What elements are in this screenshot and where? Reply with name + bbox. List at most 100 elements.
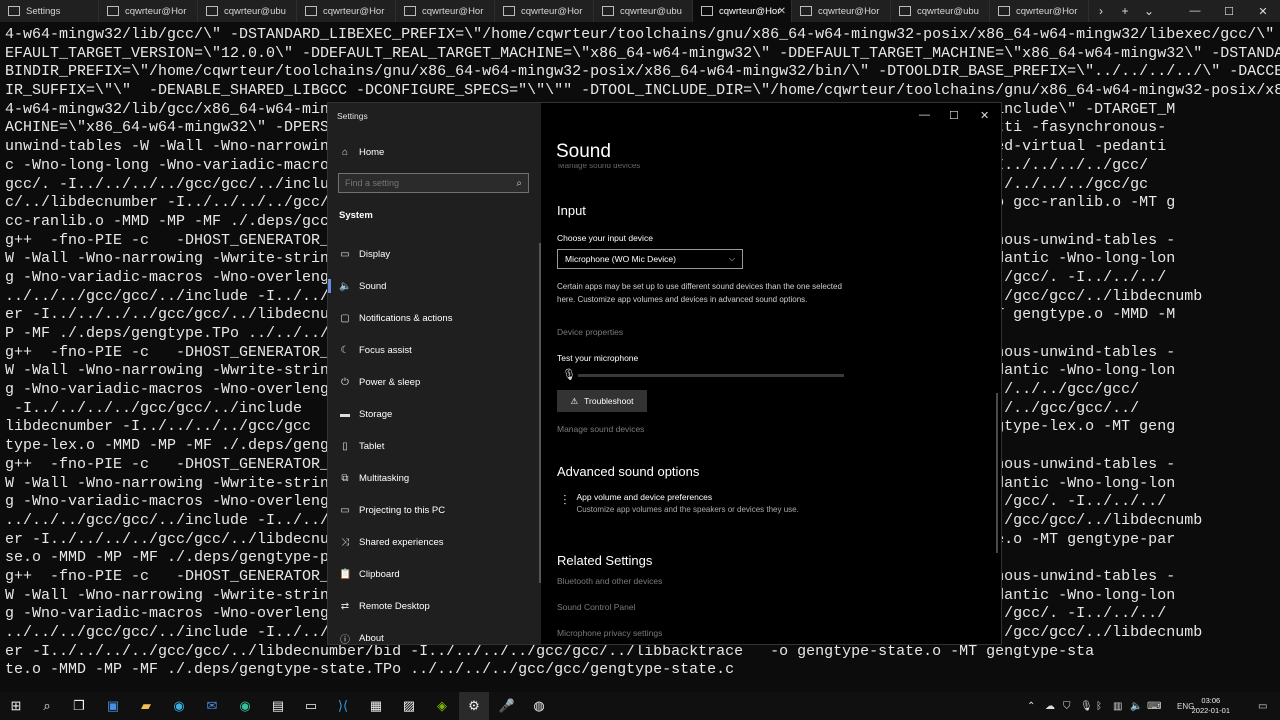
start-button[interactable]: ⊞ bbox=[1, 692, 31, 720]
tray-input-icon[interactable]: ⌨ bbox=[1147, 692, 1161, 720]
tray-microphone-icon[interactable]: 🎙 bbox=[1080, 692, 1093, 720]
power-icon: ⏻ bbox=[341, 376, 349, 388]
tray-volume-icon[interactable]: 🔈 bbox=[1130, 692, 1142, 720]
clock-date: 2022-01-01 bbox=[1191, 706, 1230, 715]
manage-sound-devices-link[interactable]: Manage sound devices bbox=[557, 424, 644, 434]
settings-window: Settings ⌂ Home ⌕ System ▭ Display 🔈 Sound ▢… bbox=[328, 103, 1001, 644]
tab-label: cqwrteur@Hor bbox=[125, 5, 187, 17]
taskbar-app-explorer[interactable]: ▰ bbox=[131, 692, 161, 720]
manage-sound-devices-output-link[interactable]: Manage sound devices bbox=[558, 164, 640, 170]
taskbar-app-chrome[interactable]: ◍ bbox=[524, 692, 554, 720]
bluetooth-link[interactable]: Bluetooth and other devices bbox=[557, 576, 662, 586]
terminal-tab[interactable]: cqwrteur@ubu bbox=[198, 0, 297, 22]
close-icon[interactable]: ✕ bbox=[980, 109, 989, 122]
clipboard-icon: 📋 bbox=[339, 568, 352, 580]
taskbar-app-wo-mic[interactable]: 🎤 bbox=[492, 692, 522, 720]
related-heading: Related Settings bbox=[557, 553, 653, 568]
tray-overflow-icon[interactable]: ⌃ bbox=[1027, 692, 1035, 720]
taskbar-app-terminal[interactable]: ▤ bbox=[263, 692, 293, 720]
input-device-dropdown[interactable]: Microphone (WO Mic Device) ⌵ bbox=[557, 249, 743, 269]
taskbar-app-store[interactable]: ▣ bbox=[98, 692, 128, 720]
search-input[interactable] bbox=[339, 177, 512, 189]
sidebar-item-power-sleep[interactable]: ⏻ Power & sleep bbox=[328, 370, 541, 394]
tab-label: cqwrteur@ubu bbox=[917, 5, 979, 17]
terminal-maximize-icon[interactable]: ☐ bbox=[1212, 0, 1246, 22]
search-icon: ⌕ bbox=[43, 698, 51, 713]
content-scrollbar[interactable] bbox=[996, 393, 998, 553]
sidebar-item-notifications-actions[interactable]: ▢ Notifications & actions bbox=[328, 306, 541, 330]
tab-dropdown-icon[interactable]: ⌄ bbox=[1137, 0, 1161, 22]
sidebar-item-focus-assist[interactable]: ☾ Focus assist bbox=[328, 338, 541, 362]
terminal-tab[interactable]: cqwrteur@ubu bbox=[594, 0, 693, 22]
sound-control-panel-link[interactable]: Sound Control Panel bbox=[557, 602, 635, 612]
notification-center-icon[interactable]: ▭ bbox=[1258, 692, 1267, 720]
terminal-tab[interactable]: cqwrteur@ubu bbox=[891, 0, 990, 22]
app-volume-preferences[interactable]: ⫶ App volume and device preferences Cust… bbox=[563, 492, 799, 514]
taskbar-app-network[interactable]: ▨ bbox=[394, 692, 424, 720]
taskbar-app-settings[interactable]: ⚙ bbox=[459, 692, 489, 720]
maximize-icon[interactable]: ☐ bbox=[949, 109, 959, 122]
troubleshoot-button[interactable]: ⚠ Troubleshoot bbox=[557, 390, 647, 412]
taskbar-app-edge-beta[interactable]: ◉ bbox=[230, 692, 260, 720]
search-taskbar-button[interactable]: ⌕ bbox=[32, 692, 62, 720]
task-view-button[interactable]: ❐ bbox=[64, 692, 94, 720]
terminal-icon bbox=[305, 6, 317, 16]
tray-security-icon[interactable]: ⛉ bbox=[1063, 692, 1071, 720]
windows-icon: ⊞ bbox=[10, 698, 22, 713]
section-label-system: System bbox=[339, 210, 373, 221]
taskbar-app-cmd[interactable]: ▭ bbox=[296, 692, 326, 720]
terminal-tab[interactable]: cqwrteur@Hor bbox=[297, 0, 396, 22]
find-setting-search[interactable]: ⌕ bbox=[338, 173, 529, 193]
sidebar-item-sound[interactable]: 🔈 Sound bbox=[328, 274, 541, 298]
terminal-minimize-icon[interactable]: — bbox=[1178, 0, 1212, 22]
sidebar-item-projecting-to-this-pc[interactable]: ▭ Projecting to this PC bbox=[328, 498, 541, 522]
tray-network-icon[interactable]: ▥ bbox=[1113, 692, 1122, 720]
edge-icon: ◉ bbox=[173, 698, 185, 713]
taskbar-app-vscode[interactable]: ⟩⟨ bbox=[328, 692, 358, 720]
sidebar-item-about[interactable]: ⓘ About bbox=[328, 626, 541, 645]
terminal-close-icon[interactable]: ✕ bbox=[1246, 0, 1280, 22]
device-properties-link[interactable]: Device properties bbox=[557, 327, 623, 337]
minimize-icon[interactable]: — bbox=[919, 109, 930, 121]
tab-close-icon[interactable]: ✕ bbox=[778, 6, 786, 17]
clock-time: 03:06 bbox=[1201, 696, 1221, 705]
sidebar-item-tablet[interactable]: ▯ Tablet bbox=[328, 434, 541, 458]
taskbar-app-edge[interactable]: ◉ bbox=[164, 692, 194, 720]
search-icon[interactable]: ⌕ bbox=[516, 178, 522, 189]
terminal-line: IR_SUFFIX=\"\" -DENABLE_SHARED_LIBGCC -D… bbox=[5, 82, 1280, 100]
tab-scroll-right-icon[interactable]: › bbox=[1089, 0, 1113, 22]
terminal-tab[interactable]: cqwrteur@Hor bbox=[990, 0, 1089, 22]
microphone-privacy-link[interactable]: Microphone privacy settings bbox=[557, 628, 662, 638]
terminal-tab[interactable]: cqwrteur@Hor bbox=[495, 0, 594, 22]
terminal-tab[interactable]: Settings bbox=[0, 0, 99, 22]
vscode-icon: ⟩⟨ bbox=[337, 698, 349, 713]
nvidia-icon: ◈ bbox=[437, 698, 447, 713]
taskbar-clock[interactable]: 03:06 2022-01-01 bbox=[1192, 696, 1230, 716]
taskbar-app-nvidia[interactable]: ◈ bbox=[427, 692, 457, 720]
sidebar-item-label: Remote Desktop bbox=[359, 600, 430, 612]
terminal-tab[interactable]: cqwrteur@Hor bbox=[396, 0, 495, 22]
sidebar-item-label: Sound bbox=[359, 280, 387, 292]
terminal-tab[interactable]: cqwrteur@Hor ✕ bbox=[693, 0, 792, 22]
taskbar-app-mail[interactable]: ✉ bbox=[197, 692, 227, 720]
sidebar-item-label: Focus assist bbox=[359, 344, 412, 356]
warning-icon: ⚠ bbox=[570, 395, 579, 406]
input-heading: Input bbox=[557, 203, 586, 218]
tray-bluetooth-icon[interactable]: ᛒ bbox=[1096, 692, 1102, 720]
sidebar-item-remote-desktop[interactable]: ⇄ Remote Desktop bbox=[328, 594, 541, 618]
tray-cloud-icon[interactable]: ☁ bbox=[1045, 692, 1055, 720]
tablet-icon: ▯ bbox=[342, 440, 348, 452]
sidebar-item-shared-experiences[interactable]: ⤨ Shared experiences bbox=[328, 530, 541, 554]
tab-label: cqwrteur@ubu bbox=[224, 5, 286, 17]
sidebar-item-multitasking[interactable]: ⧉ Multitasking bbox=[328, 466, 541, 490]
tab-label: cqwrteur@ubu bbox=[620, 5, 682, 17]
sidebar-item-label: Clipboard bbox=[359, 568, 400, 580]
terminal-tab[interactable]: cqwrteur@Hor bbox=[792, 0, 891, 22]
new-tab-icon[interactable]: + bbox=[1113, 0, 1137, 22]
sidebar-item-clipboard[interactable]: 📋 Clipboard bbox=[328, 562, 541, 586]
sidebar-item-display[interactable]: ▭ Display bbox=[328, 242, 541, 266]
nav-home[interactable]: ⌂ Home bbox=[328, 140, 541, 164]
taskbar-app-calendar[interactable]: ▦ bbox=[361, 692, 391, 720]
terminal-tab[interactable]: cqwrteur@Hor bbox=[99, 0, 198, 22]
sidebar-item-storage[interactable]: ▬ Storage bbox=[328, 402, 541, 426]
